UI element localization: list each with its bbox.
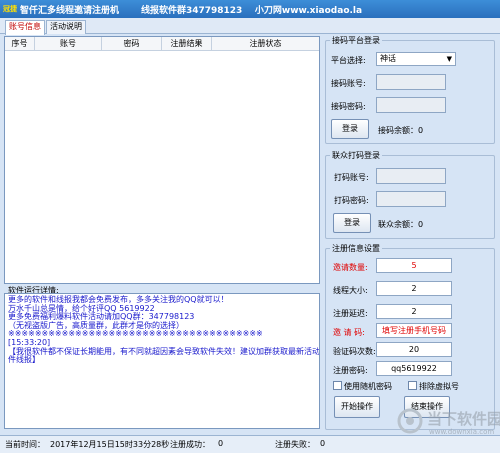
register-fail-value: 0 — [320, 439, 326, 448]
chevron-down-icon: ▼ — [446, 55, 452, 63]
delay-input[interactable]: 2 — [376, 304, 452, 319]
captcha-account-label: 打码账号: — [334, 173, 369, 182]
verify-count-input[interactable]: 20 — [376, 342, 452, 357]
exclude-virtual-label[interactable]: 排除虚拟号 — [419, 381, 459, 392]
captcha-password-label: 打码密码: — [334, 196, 369, 205]
log-line: 【我很软件都不保证长期能用，有不同就超因素会导致软件失效！建议加群获取最新活动软 — [8, 346, 320, 356]
column-header-account[interactable]: 账号 — [35, 37, 102, 51]
captcha-balance: 联众余额：0 — [378, 220, 424, 229]
threads-input[interactable]: 2 — [376, 281, 452, 296]
codeplatform-account-input[interactable] — [376, 74, 446, 90]
captcha-login-button[interactable]: 登录 — [333, 213, 371, 233]
codeplatform-password-input[interactable] — [376, 97, 446, 113]
app-title-qq-group: 线报软件群347798123 — [140, 6, 243, 16]
codeplatform-account-label: 接码账号: — [331, 79, 366, 88]
invite-code-label: 邀 请 码: — [333, 328, 365, 337]
watermark-text: 当下软件园 — [427, 410, 500, 428]
column-header-index[interactable]: 序号 — [5, 37, 35, 51]
exclude-virtual-checkbox[interactable] — [408, 381, 417, 390]
platform-select-value: 神话 — [380, 54, 396, 63]
verify-count-label: 验证码次数: — [333, 347, 376, 356]
invite-count-label: 邀请数量: — [333, 263, 368, 272]
log-line: 件线报】 — [8, 355, 40, 365]
invite-code-input[interactable]: 填写注册手机号码 — [376, 323, 452, 338]
app-title-website: 小刀网www.xiaodao.la — [254, 6, 363, 16]
register-success-value: 0 — [218, 439, 224, 448]
watermark-logo-icon — [397, 408, 423, 434]
app-title-name: 智仟汇多线程邀请注册机 — [20, 6, 120, 16]
column-header-status[interactable]: 注册状态 — [212, 37, 319, 51]
tab-strip: 账号信息 活动说明 — [0, 18, 500, 35]
start-button[interactable]: 开始操作 — [334, 396, 380, 418]
watermark-url: www.downxia.com — [429, 428, 495, 436]
current-time-label: 当前时间： — [5, 440, 45, 449]
random-password-label[interactable]: 使用随机密码 — [344, 381, 392, 392]
account-table[interactable]: 序号 账号 密码 注册结果 注册状态 — [4, 36, 320, 284]
table-header: 序号 账号 密码 注册结果 注册状态 — [5, 37, 319, 51]
log-output[interactable]: 更多的软件和线报我都会免费发布，多多关注我的QQ就可以！ 万水千山总是情，给个好… — [4, 293, 320, 429]
random-password-checkbox[interactable] — [333, 381, 342, 390]
codeplatform-login-button[interactable]: 登录 — [331, 119, 369, 139]
register-password-input[interactable]: qq5619922 — [376, 361, 452, 376]
platform-select[interactable]: 神话 ▼ — [376, 52, 456, 66]
app-title: 智仟汇多线程邀请注册机 线报软件群347798123 小刀网www.xiaoda… — [20, 3, 362, 16]
captcha-title: 联众打码登录 — [330, 150, 382, 161]
register-password-label: 注册密码: — [333, 366, 368, 375]
codeplatform-balance: 接码余额：0 — [378, 126, 424, 135]
app-icon: 冠捷 — [3, 5, 17, 13]
platform-select-label: 平台选择: — [331, 56, 366, 65]
threads-label: 线程大小: — [333, 286, 368, 295]
watermark: 当下软件园 www.downxia.com — [395, 398, 500, 453]
log-line: ※※※※※※※※※※※※※※※※※※※※※※※※※※※※※※※※※※※※※※ — [8, 329, 263, 339]
invite-count-input[interactable]: 5 — [376, 258, 452, 273]
tab-activity-notes[interactable]: 活动说明 — [46, 20, 86, 34]
register-success-label: 注册成功： — [170, 440, 210, 449]
codeplatform-password-label: 接码密码: — [331, 102, 366, 111]
column-header-password[interactable]: 密码 — [102, 37, 162, 51]
captcha-password-input[interactable] — [376, 191, 446, 207]
column-header-result[interactable]: 注册结果 — [162, 37, 212, 51]
settings-title: 注册信息设置 — [330, 243, 382, 254]
register-fail-label: 注册失败： — [275, 440, 315, 449]
tab-account-info[interactable]: 账号信息 — [5, 20, 45, 35]
delay-label: 注册延迟: — [333, 309, 368, 318]
title-bar: 冠捷 智仟汇多线程邀请注册机 线报软件群347798123 小刀网www.xia… — [0, 0, 500, 18]
codeplatform-title: 接码平台登录 — [330, 35, 382, 46]
captcha-account-input[interactable] — [376, 168, 446, 184]
current-time-value: 2017年12月15日15时33分28秒 — [50, 440, 170, 449]
